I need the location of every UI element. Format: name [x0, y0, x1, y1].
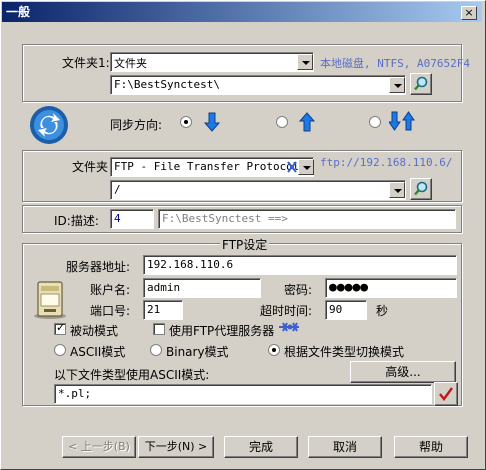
folder1-type-select[interactable]: 文件夹: [110, 52, 314, 72]
port-label: 端口号:: [90, 304, 131, 318]
protocol-plug-icon: [286, 160, 298, 177]
folder1-label: 文件夹1:: [62, 56, 110, 70]
folder1-path-input[interactable]: F:\BestSynctest\: [110, 75, 406, 95]
sync-radio-up[interactable]: [276, 116, 288, 128]
ascii-types-input[interactable]: *.pl;: [54, 384, 432, 404]
magnifier-icon: [414, 76, 428, 91]
password-input[interactable]: ●●●●●: [325, 278, 457, 298]
help-button[interactable]: 帮助: [394, 436, 468, 458]
folder2-protocol-dropdown-button[interactable]: [298, 159, 314, 175]
ftp-proxy-checkbox[interactable]: [153, 323, 165, 335]
timeout-input[interactable]: 90: [325, 300, 367, 320]
mode-auto-label: 根据文件类型切换模式: [284, 345, 405, 359]
finish-button[interactable]: 完成: [224, 436, 298, 458]
sync-radio-right[interactable]: [180, 116, 192, 128]
ascii-types-label: 以下文件类型使用ASCII模式:: [54, 368, 210, 382]
id-description-label: ID:描述:: [54, 214, 99, 228]
folder2-protocol-select[interactable]: FTP - File Transfer Protocol: [110, 157, 314, 177]
server-label: 服务器地址:: [66, 260, 131, 274]
close-button[interactable]: ×: [461, 6, 477, 20]
mode-auto-radio[interactable]: [268, 344, 280, 356]
arrow-down-icon: [203, 112, 221, 135]
folder2-path-dropdown-button[interactable]: [389, 182, 405, 198]
account-input[interactable]: admin: [143, 278, 261, 298]
next-button[interactable]: 下一步(N) >: [138, 436, 214, 458]
folder1-browse-button[interactable]: [410, 73, 432, 95]
folder1-disk-info: 本地磁盘, NTFS, A07652F4: [320, 57, 470, 70]
ftp-proxy-label: 使用FTP代理服务器: [169, 324, 275, 338]
arrow-up-icon: [298, 112, 316, 135]
ftp-settings-title: FTP设定: [220, 236, 270, 253]
confirm-checkmark-button[interactable]: [434, 382, 458, 406]
folder2-label: 文件夹: [72, 160, 109, 174]
description-input[interactable]: F:\BestSynctest ==>: [158, 209, 456, 229]
arrow-both-icon: [388, 111, 415, 134]
folder1-path-dropdown-button[interactable]: [389, 77, 405, 93]
timeout-unit: 秒: [376, 304, 389, 318]
checkmark-icon: [439, 387, 453, 401]
id-input[interactable]: 4: [110, 209, 154, 229]
timeout-label: 超时时间:: [260, 304, 313, 318]
proxy-settings-icon[interactable]: [278, 320, 300, 337]
cancel-button[interactable]: 取消: [308, 436, 382, 458]
server-address-input[interactable]: 192.168.110.6: [143, 255, 457, 275]
folder2-path-input[interactable]: /: [110, 180, 406, 200]
sync-radio-both[interactable]: [369, 116, 381, 128]
advanced-button[interactable]: 高级...: [350, 361, 456, 383]
passive-mode-checkbox[interactable]: [54, 321, 66, 335]
mode-ascii-radio[interactable]: [54, 344, 66, 356]
mode-binary-label: Binary模式: [166, 345, 229, 359]
ftp-server-icon: [30, 276, 70, 320]
passive-mode-label: 被动模式: [70, 324, 119, 338]
back-button[interactable]: < 上一步(B): [62, 436, 136, 458]
title-bar[interactable]: [2, 2, 482, 22]
account-label: 账户名:: [90, 283, 131, 297]
sync-logo-icon: [26, 104, 72, 146]
magnifier-icon: [414, 181, 428, 196]
folder1-type-dropdown-button[interactable]: [297, 54, 313, 70]
mode-ascii-label: ASCII模式: [70, 345, 126, 359]
window-title: 一般: [6, 5, 31, 19]
mode-binary-radio[interactable]: [150, 344, 162, 356]
folder2-browse-button[interactable]: [410, 178, 432, 200]
sync-direction-label: 同步方向:: [110, 118, 163, 132]
password-label: 密码:: [284, 283, 313, 297]
folder2-ftp-url: ftp://192.168.110.6/: [320, 156, 453, 169]
port-input[interactable]: 21: [143, 300, 183, 320]
